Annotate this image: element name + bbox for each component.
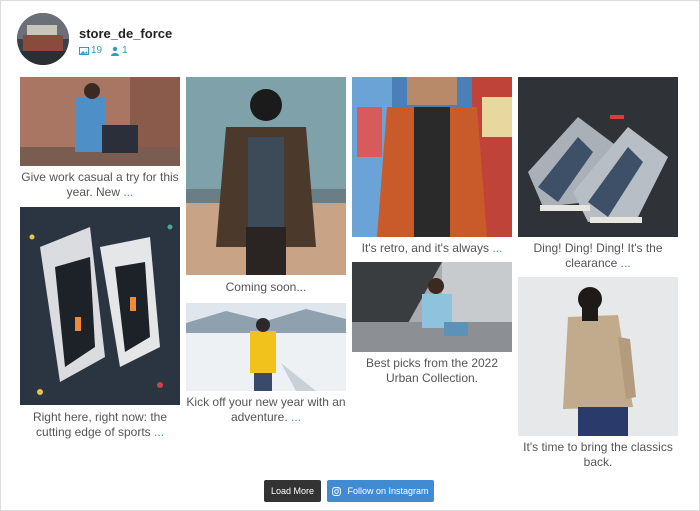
post-caption-6[interactable]: Kick off your new year with an adventure… — [186, 395, 346, 425]
post-image-5[interactable] — [20, 207, 180, 405]
post-image-3[interactable] — [352, 77, 512, 237]
post-image-1[interactable] — [20, 77, 180, 166]
profile-avatar[interactable] — [17, 13, 69, 65]
post-caption-5[interactable]: Right here, right now: the cutting edge … — [20, 410, 180, 440]
image-icon — [79, 46, 89, 55]
user-icon — [111, 46, 120, 56]
posts-count-value: 19 — [91, 45, 103, 56]
profile-stats: 19 1 — [79, 45, 128, 56]
post-image-8[interactable] — [518, 277, 678, 436]
post-caption-7[interactable]: Best picks from the 2022 Urban Collectio… — [352, 356, 512, 386]
post-image-4[interactable] — [518, 77, 678, 237]
post-image-2[interactable] — [186, 77, 346, 275]
followers-count-value: 1 — [122, 45, 128, 56]
followers-count: 1 — [110, 45, 128, 56]
post-image-7[interactable] — [352, 262, 512, 352]
load-more-button[interactable]: Load More — [264, 480, 321, 502]
instagram-icon — [332, 486, 342, 496]
instagram-feed-widget: store_de_force 19 1 Give work casual a t… — [0, 0, 700, 511]
post-caption-4[interactable]: Ding! Ding! Ding! It's the clearance ... — [518, 241, 678, 271]
post-caption-1[interactable]: Give work casual a try for this year. Ne… — [20, 170, 180, 200]
post-image-6[interactable] — [186, 303, 346, 391]
posts-count: 19 — [79, 45, 102, 56]
post-caption-3[interactable]: It's retro, and it's always ... — [352, 241, 512, 256]
profile-username[interactable]: store_de_force — [79, 26, 172, 41]
follow-on-instagram-button[interactable]: Follow on Instagram — [327, 480, 434, 502]
follow-button-label: Follow on Instagram — [347, 486, 429, 496]
post-caption-8[interactable]: It's time to bring the classics back. — [518, 440, 678, 470]
post-caption-2[interactable]: Coming soon... — [186, 280, 346, 295]
